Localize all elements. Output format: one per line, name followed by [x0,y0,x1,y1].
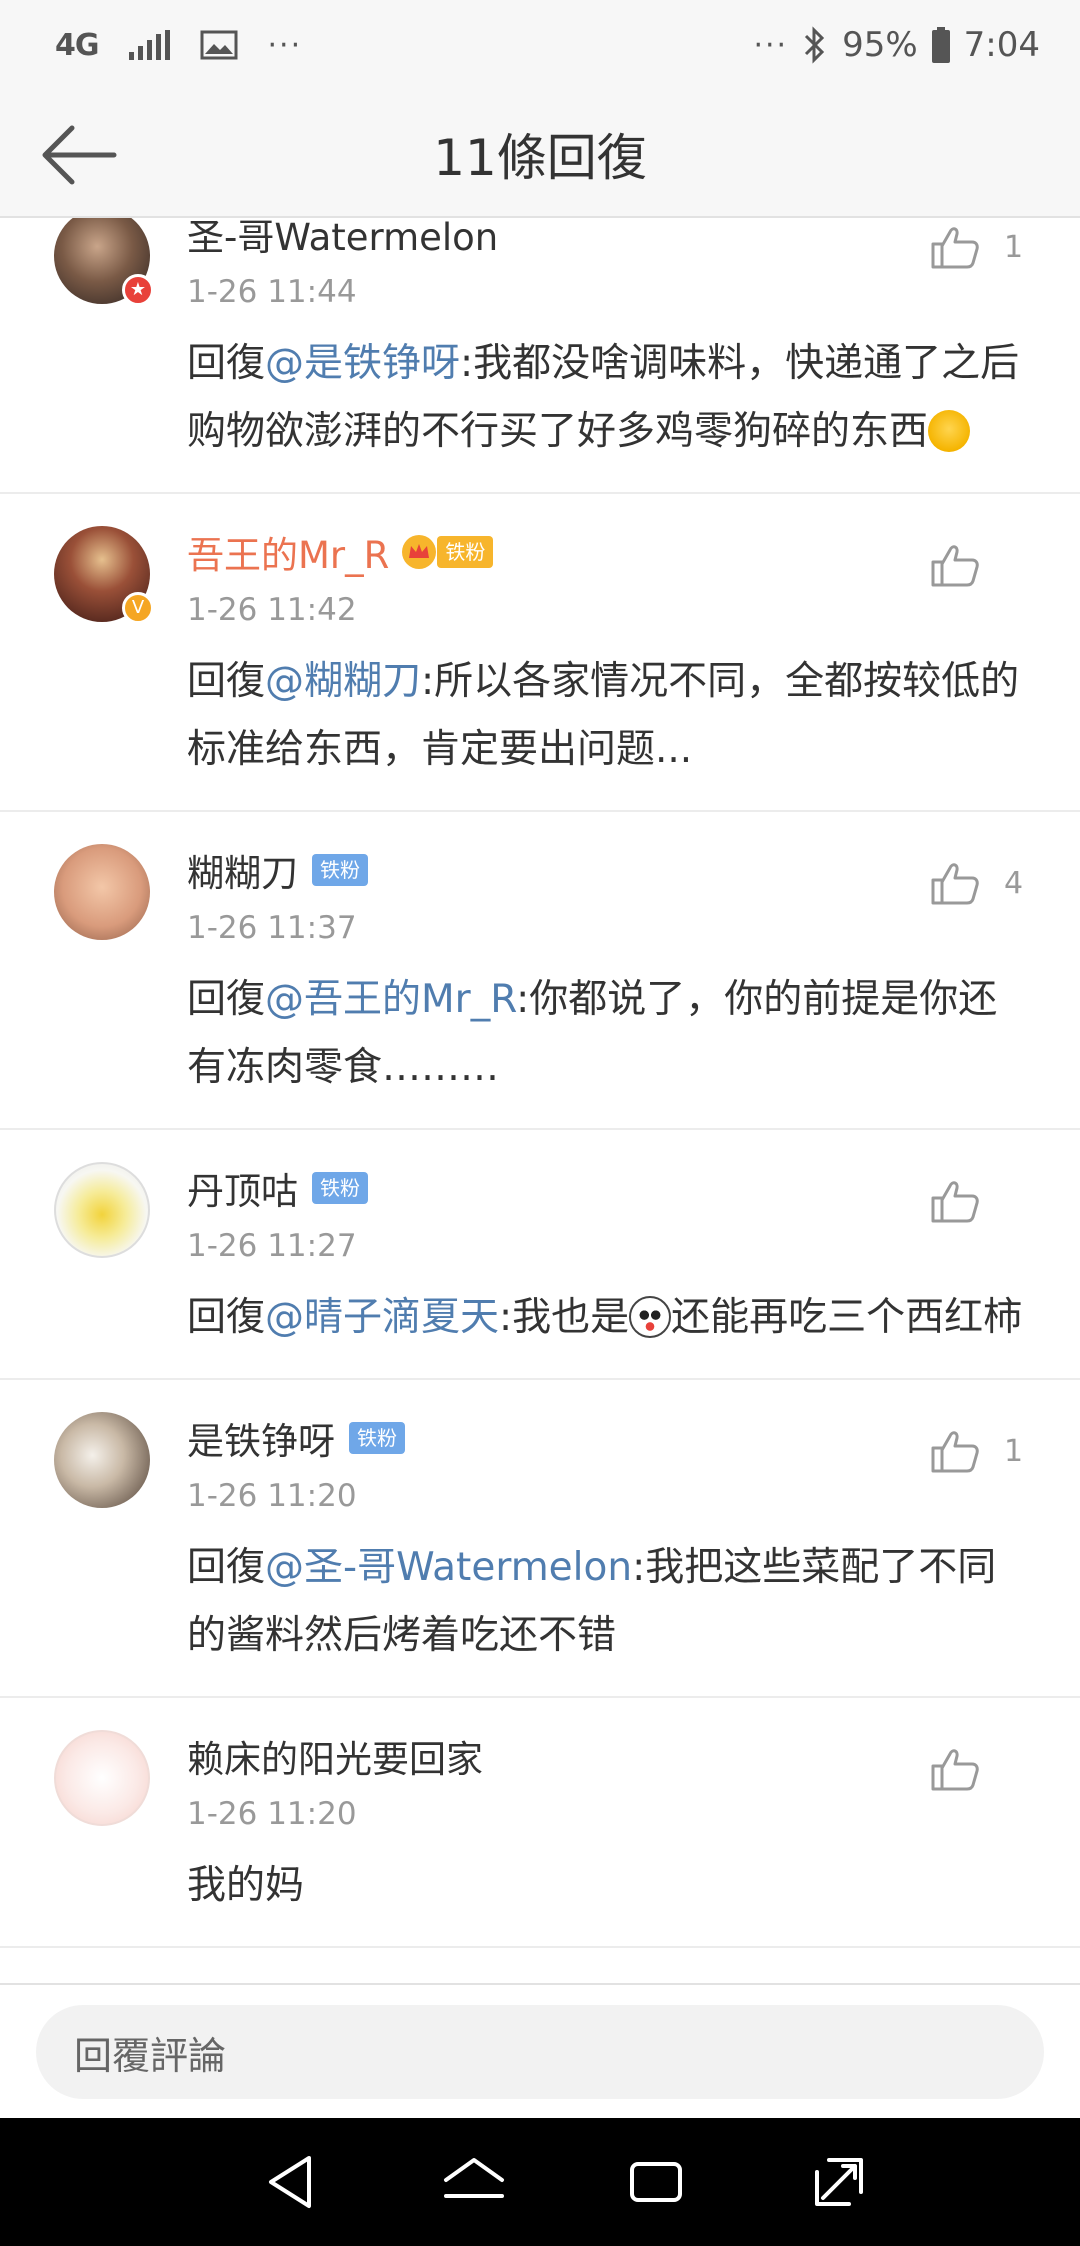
nav-recents-button[interactable] [616,2142,696,2222]
thumbs-up-icon [931,545,979,587]
comment-item[interactable]: 丹顶咕 铁粉 1-26 11:27 回復@晴子滴夏天:我也是 还能再吃三个西红柿 [0,1130,1080,1380]
header: 11條回復 [0,90,1080,218]
page-title: 11條回復 [433,129,647,187]
username[interactable]: 赖床的阳光要回家 [187,1729,483,1783]
reply-bar: 回覆評論 [0,1983,1080,2118]
notification-dots: ··· [267,27,303,63]
avatar[interactable] [54,1730,150,1826]
like-count: 4 [1004,865,1024,901]
panda-emoji-icon [629,1296,672,1338]
like-button[interactable] [930,1178,1026,1224]
timestamp: 1-26 11:37 [187,910,357,946]
fan-badge: 铁粉 [437,536,494,568]
laughing-crying-emoji-icon [928,410,971,452]
like-count: 1 [1004,229,1024,265]
status-dots: ··· [753,27,789,63]
home-icon [443,2158,504,2198]
mention-link[interactable]: @糊糊刀 [265,659,421,704]
comment-list[interactable]: ★ 圣-哥Watermelon 1-26 11:44 回復@是铁铮呀:我都没啥调… [0,218,1080,1983]
reply-prefix: 回復 [187,341,266,386]
mention-link[interactable]: @吾王的Mr_R [265,977,516,1022]
username[interactable]: 圣-哥Watermelon [187,218,498,261]
comment-item[interactable]: V 吾王的Mr_R 铁粉 1-26 11:42 回復@糊糊刀:所以各家情况不同，… [0,494,1080,812]
reply-input[interactable]: 回覆評論 [36,2005,1044,2099]
mention-link[interactable]: @是铁铮呀 [265,341,460,386]
reply-prefix: 回復 [187,977,266,1022]
bluetooth-icon [802,26,828,64]
username[interactable]: 是铁铮呀 [187,1411,335,1465]
comment-text: 回復@圣-哥Watermelon:我把这些菜配了不同的酱料然后烤着吃还不错 [187,1534,1026,1670]
comment-item[interactable]: 是铁铮呀 铁粉 1-26 11:20 回復@圣-哥Watermelon:我把这些… [0,1380,1080,1698]
comment-item[interactable]: 赖床的阳光要回家 1-26 11:20 我的妈 [0,1698,1080,1948]
timestamp: 1-26 11:20 [187,1796,357,1832]
comment-text: 回復@吾王的Mr_R:你都说了，你的前提是你还有冻肉零食……… [187,966,1026,1102]
system-nav-bar [0,2118,1080,2246]
timestamp: 1-26 11:44 [187,274,357,310]
comment-body: :我也是 [499,1295,630,1340]
thumbs-up-icon [931,227,979,269]
thumbs-up-icon [931,1181,979,1223]
nav-home-button[interactable] [434,2142,514,2222]
nav-expand-button[interactable] [799,2142,879,2222]
reply-prefix: 回復 [187,1545,266,1590]
status-bar: 4G ··· ··· 95% 7:04 [0,0,1080,90]
timestamp: 1-26 11:20 [187,1478,357,1514]
battery-percent: 95% [842,25,918,65]
triangle-back-icon [269,2156,312,2208]
mention-link[interactable]: @圣-哥Watermelon [265,1545,632,1590]
recents-icon [630,2162,683,2202]
like-count: 1 [1004,1433,1024,1469]
fan-badge: 铁粉 [312,1172,368,1204]
fan-badge: 铁粉 [312,854,368,886]
network-type: 4G [55,27,99,63]
gallery-icon [200,30,238,60]
crown-fan-badge: 铁粉 [401,534,494,570]
comment-item[interactable]: 糊糊刀 铁粉 1-26 11:37 回復@吾王的Mr_R:你都说了，你的前提是你… [0,812,1080,1130]
like-button[interactable] [930,542,1026,588]
status-right: ··· 95% 7:04 [753,25,1040,65]
username[interactable]: 吾王的Mr_R [187,525,389,579]
avatar[interactable] [54,1162,150,1258]
avatar[interactable] [54,1412,150,1508]
thumbs-up-icon [931,1749,979,1791]
comment-body: 我的妈 [187,1863,305,1908]
avatar[interactable]: V [54,526,154,624]
comment-text: 回復@糊糊刀:所以各家情况不同，全都按较低的标准给东西，肯定要出问题... [187,648,1026,784]
clock: 7:04 [963,25,1040,65]
crown-icon [402,535,437,569]
comment-body-continued: 还能再吃三个西红柿 [671,1295,1023,1340]
like-button[interactable] [930,1746,1026,1792]
comment-text: 回復@晴子滴夏天:我也是 还能再吃三个西红柿 [187,1284,1026,1352]
expand-icon [814,2158,863,2206]
username[interactable]: 丹顶咕 [187,1161,298,1215]
username[interactable]: 糊糊刀 [187,843,298,897]
verified-v-badge-icon: V [122,592,154,624]
like-button[interactable]: 1 [930,1428,1026,1474]
mention-link[interactable]: @晴子滴夏天 [265,1295,499,1340]
thumbs-up-icon [931,1431,979,1473]
comment-text: 回復@是铁铮呀:我都没啥调味料，快递通了之后购物欲澎湃的不行买了好多鸡零狗碎的东… [187,330,1026,466]
nav-back-button[interactable] [251,2142,331,2222]
timestamp: 1-26 11:42 [187,592,357,628]
comment-text: 我的妈 [187,1852,1026,1920]
red-star-badge-icon: ★ [122,274,154,306]
battery-icon [931,27,950,63]
signal-icon [128,30,170,60]
avatar[interactable]: ★ [54,218,154,306]
screen: 4G ··· ··· 95% 7:04 1 1條回復 ★ 圣-哥Watermelo… [0,0,1080,2246]
comment-item[interactable]: ★ 圣-哥Watermelon 1-26 11:44 回復@是铁铮呀:我都没啥调… [0,218,1080,494]
reply-prefix: 回復 [187,1295,266,1340]
timestamp: 1-26 11:27 [187,1228,357,1264]
fan-badge: 铁粉 [349,1422,405,1454]
reply-prefix: 回復 [187,659,266,704]
status-left: 4G ··· [55,28,302,63]
avatar[interactable] [54,844,150,940]
thumbs-up-icon [931,863,979,905]
like-button[interactable]: 4 [930,860,1026,906]
like-button[interactable]: 1 [930,224,1026,270]
